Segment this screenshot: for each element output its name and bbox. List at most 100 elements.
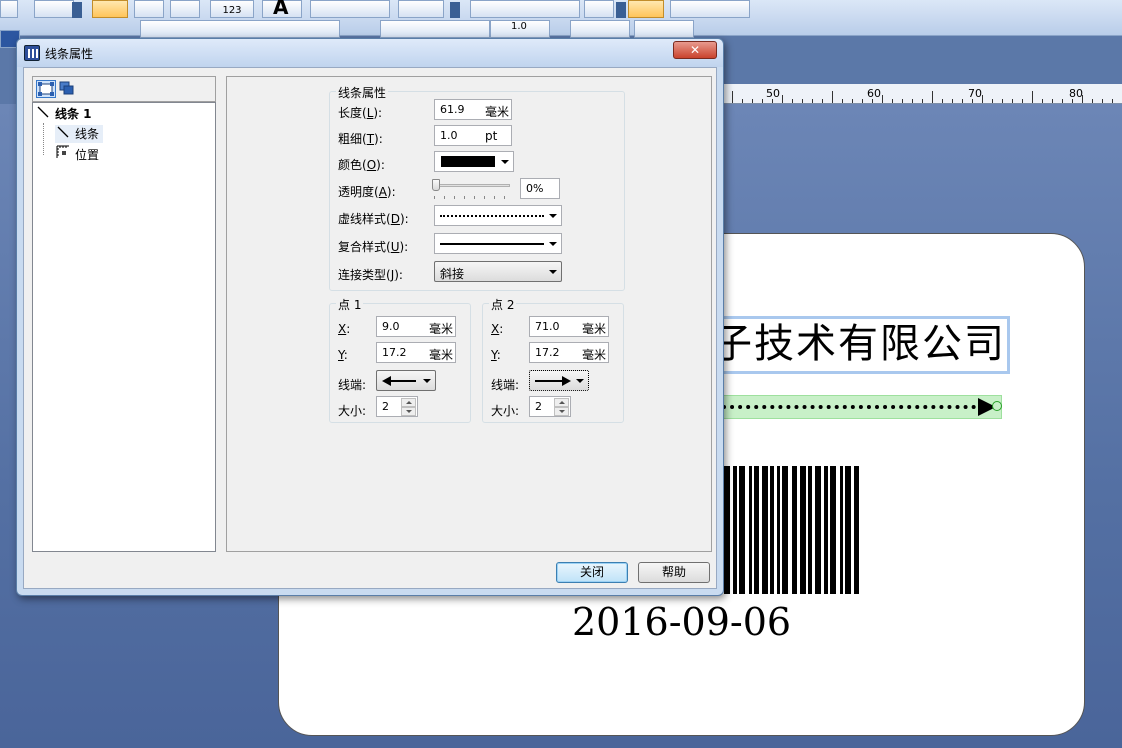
- spin-up-icon[interactable]: [554, 398, 569, 407]
- ruler-tick: [1032, 91, 1033, 103]
- color-picker[interactable]: [434, 151, 514, 172]
- compound-style-select[interactable]: [634, 20, 694, 38]
- barcode-bar: [733, 466, 737, 594]
- point-2-end-select[interactable]: [529, 370, 589, 391]
- compound-style-select[interactable]: [434, 233, 562, 254]
- ruler-tick: [892, 99, 893, 103]
- dash-style-select[interactable]: [434, 205, 562, 226]
- barcode-bar: [854, 466, 859, 594]
- redo-button[interactable]: [34, 0, 74, 18]
- tree-item-line[interactable]: 线条: [55, 125, 104, 143]
- paint-buttons[interactable]: [380, 20, 490, 38]
- dash-style-label: 虚线样式(D):: [338, 212, 409, 226]
- length-value: 61.9: [440, 103, 465, 116]
- chevron-down-icon: [501, 160, 509, 164]
- grid-tools[interactable]: [670, 0, 750, 18]
- company-text[interactable]: 子技术有限公司: [712, 318, 1006, 370]
- text-tool-button[interactable]: A: [262, 0, 302, 18]
- fit-page-button[interactable]: [584, 0, 614, 18]
- align-buttons[interactable]: [140, 20, 340, 38]
- ruler-tick: [992, 99, 993, 103]
- eraser-tool-button[interactable]: [134, 0, 164, 18]
- help-button[interactable]: 帮助: [638, 562, 710, 583]
- zoom-tools[interactable]: [470, 0, 580, 18]
- select-tool-button[interactable]: [92, 0, 128, 18]
- properties-panel: 线条属性 长度(L): 61.9 毫米 粗细(T): 1.0 pt 颜色(O):…: [226, 76, 712, 552]
- point-2-x-field[interactable]: 71.0 毫米: [529, 316, 609, 337]
- point-1-x-label: X:: [338, 322, 351, 336]
- ruler-mark: 60: [867, 87, 881, 100]
- save-tool-button[interactable]: [628, 0, 664, 18]
- transparency-field[interactable]: 0%: [520, 178, 560, 199]
- toolbar-dropdown-2[interactable]: [450, 2, 460, 18]
- layers-icon[interactable]: [58, 80, 78, 98]
- close-icon[interactable]: ✕: [673, 41, 717, 59]
- point-2-y-field[interactable]: 17.2 毫米: [529, 342, 609, 363]
- point-1-y-field[interactable]: 17.2 毫米: [376, 342, 456, 363]
- main-toolbar: 123 A 1.0: [0, 0, 1122, 48]
- ruler-tick: [1052, 99, 1053, 103]
- ruler-tick: [982, 95, 983, 103]
- chevron-down-icon: [549, 270, 557, 274]
- transparency-slider-track[interactable]: [434, 184, 510, 187]
- barcode-bar: [792, 466, 797, 594]
- ruler-tick: [762, 99, 763, 103]
- date-text[interactable]: 2016-09-06: [572, 600, 791, 644]
- color-label: 颜色(O):: [338, 158, 385, 172]
- point-2-size-stepper[interactable]: 2: [529, 396, 571, 417]
- undo-button[interactable]: [0, 0, 18, 18]
- tree-guide: [43, 123, 44, 155]
- ruler-tick: [1072, 99, 1073, 103]
- spin-down-icon[interactable]: [401, 407, 416, 416]
- group-title: 线条属性: [336, 84, 389, 101]
- tree-item-position[interactable]: 位置: [55, 145, 99, 163]
- chevron-down-icon: [576, 379, 584, 383]
- dash-style-select[interactable]: [570, 20, 630, 38]
- toolbar-dropdown-3[interactable]: [616, 2, 626, 18]
- barcode[interactable]: [724, 466, 944, 596]
- transparency-slider-thumb[interactable]: [432, 179, 440, 191]
- ruler-tick: [1062, 99, 1063, 103]
- ruler-tick: [1042, 99, 1043, 103]
- width-field[interactable]: 1.0 pt: [434, 125, 512, 146]
- ruler-tick: [972, 99, 973, 103]
- line-end-handle[interactable]: [992, 401, 1002, 411]
- tree-item-line-1[interactable]: 线条 1: [35, 105, 92, 123]
- line-width-select[interactable]: 1.0: [490, 20, 550, 38]
- chevron-down-icon: [549, 242, 557, 246]
- ruler-tick: [742, 99, 743, 103]
- ruler-tick: [1112, 99, 1113, 103]
- point-1-size-stepper[interactable]: 2: [376, 396, 418, 417]
- ruler-tick: [812, 99, 813, 103]
- object-view-icon[interactable]: [36, 80, 56, 98]
- dialog-titlebar[interactable]: 线条属性 ✕: [17, 39, 723, 67]
- line-width-value: 1.0: [511, 21, 527, 32]
- point-1-end-select[interactable]: [376, 370, 436, 391]
- chevron-down-icon: [423, 379, 431, 383]
- shape-tool-button[interactable]: [310, 0, 390, 18]
- barcode-bar: [782, 466, 788, 594]
- barcode-bar: [830, 466, 836, 594]
- point-1-x-field[interactable]: 9.0 毫米: [376, 316, 456, 337]
- point-1-x-value: 9.0: [382, 320, 400, 333]
- barcode-tool-button[interactable]: 123: [210, 0, 254, 18]
- point-2-x-unit: 毫米: [582, 322, 607, 336]
- spin-up-icon[interactable]: [401, 398, 416, 407]
- ruler-tick: [932, 91, 933, 103]
- text-cursor-tool-button[interactable]: [170, 0, 200, 18]
- dotted-arrow-line[interactable]: [722, 405, 984, 409]
- image-tool-button[interactable]: [398, 0, 444, 18]
- barcode-bar: [824, 466, 828, 594]
- arrow-left-icon: [382, 376, 416, 386]
- join-type-select[interactable]: 斜接: [434, 261, 562, 282]
- ruler-tick: [1082, 95, 1083, 103]
- length-field[interactable]: 61.9 毫米: [434, 99, 512, 120]
- toolbar-dropdown-1[interactable]: [72, 2, 82, 18]
- barcode-bar: [749, 466, 752, 594]
- close-button[interactable]: 关闭: [556, 562, 628, 583]
- position-icon: [55, 145, 71, 164]
- spin-down-icon[interactable]: [554, 407, 569, 416]
- tree-item-label: 线条: [75, 127, 100, 141]
- point-2-y-label: Y:: [491, 348, 501, 362]
- point-1-size-value: 2: [382, 400, 389, 413]
